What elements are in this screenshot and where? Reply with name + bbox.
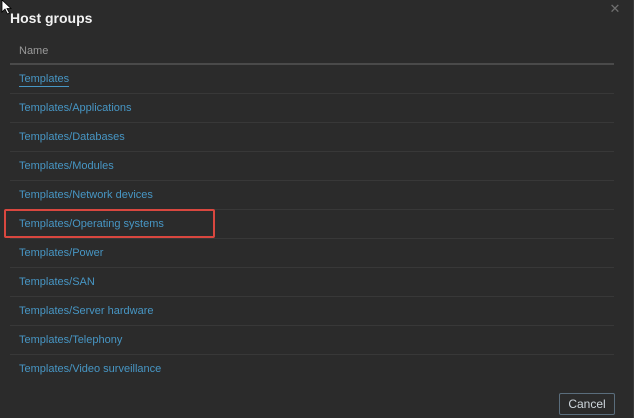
column-header-name: Name — [19, 45, 49, 57]
dialog-title: Host groups — [10, 10, 93, 26]
table-row: Templates — [10, 65, 614, 94]
host-group-link[interactable]: Templates/Power — [19, 247, 103, 259]
table-row: Templates/Telephony — [10, 326, 614, 355]
host-group-link[interactable]: Templates/Server hardware — [19, 305, 154, 317]
table-row: Templates/Server hardware — [10, 297, 614, 326]
table-row: Templates/Applications — [10, 94, 614, 123]
table-body: Templates Templates/Applications Templat… — [10, 65, 614, 384]
host-group-link[interactable]: Templates/Modules — [19, 160, 114, 172]
host-groups-dialog: Host groups ✕ Name Templates Templates/A… — [0, 0, 634, 418]
table-row: Templates/SAN — [10, 268, 614, 297]
host-groups-table: Name Templates Templates/Applications Te… — [10, 37, 614, 384]
host-group-link[interactable]: Templates/SAN — [19, 276, 95, 288]
mouse-pointer-icon — [1, 0, 13, 15]
host-group-link[interactable]: Templates/Network devices — [19, 189, 153, 201]
table-row: Templates/Operating systems — [10, 210, 614, 239]
table-row: Templates/Video surveillance — [10, 355, 614, 384]
host-group-link[interactable]: Templates/Databases — [19, 131, 125, 143]
host-group-link[interactable]: Templates/Telephony — [19, 334, 122, 346]
close-icon[interactable]: ✕ — [608, 2, 622, 16]
table-row: Templates/Network devices — [10, 181, 614, 210]
table-header: Name — [10, 37, 614, 65]
table-row: Templates/Power — [10, 239, 614, 268]
host-group-link[interactable]: Templates/Applications — [19, 102, 132, 114]
table-row: Templates/Modules — [10, 152, 614, 181]
cancel-button[interactable]: Cancel — [559, 393, 615, 415]
host-group-link[interactable]: Templates — [19, 73, 70, 87]
table-row: Templates/Databases — [10, 123, 614, 152]
host-group-link[interactable]: Templates/Video surveillance — [19, 363, 161, 375]
host-group-link[interactable]: Templates/Operating systems — [19, 218, 164, 230]
